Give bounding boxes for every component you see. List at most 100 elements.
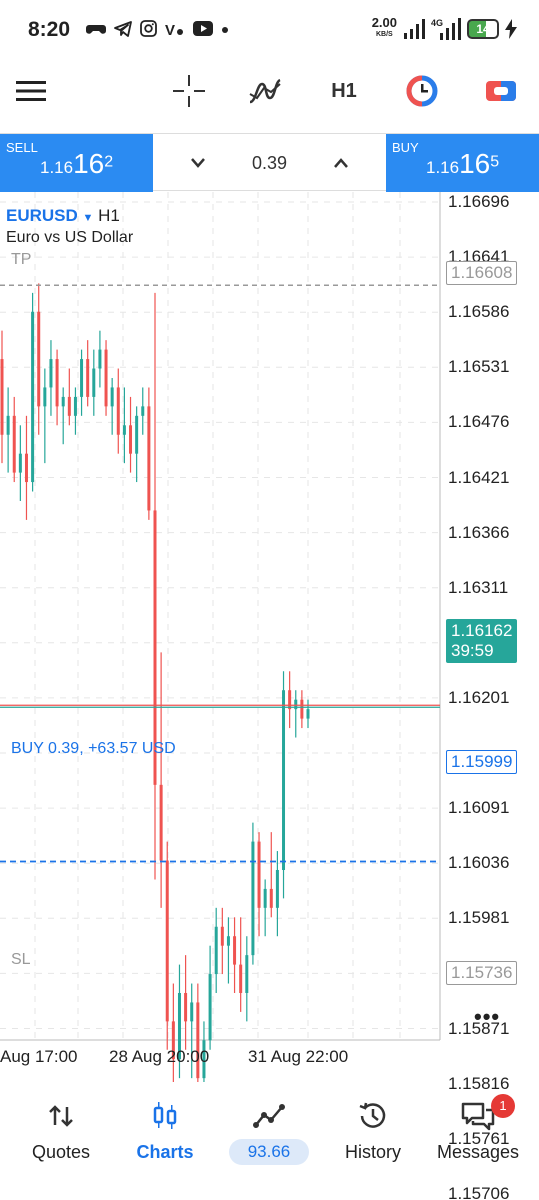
chart-area[interactable]: EURUSD ▼ H1 Euro vs US Dollar 1.16696 1.1…: [0, 192, 539, 1200]
symbol-name[interactable]: EURUSD: [6, 206, 78, 225]
hamburger-icon: [16, 81, 46, 101]
sell-label: SELL: [6, 140, 38, 155]
price-axis-label: 1.16421: [448, 467, 510, 487]
one-click-trading-icon: [406, 75, 438, 107]
quotes-icon: [7, 1100, 115, 1132]
tp-label: TP: [11, 251, 32, 268]
price-axis-label: 1.16201: [448, 687, 510, 707]
candle-body: [233, 936, 237, 965]
current-price-tag: 1.16162 39:59: [446, 619, 518, 663]
net-speed: 2.00 KB/S: [371, 15, 397, 41]
buy-price: 1.16165: [426, 148, 499, 180]
buy-price-prefix: 1.16: [426, 158, 460, 177]
position-price-tag[interactable]: 1.15999: [446, 750, 518, 774]
signal-icon: [404, 19, 425, 39]
timeframe-button[interactable]: H1: [322, 60, 366, 122]
messages-icon: [424, 1100, 532, 1132]
candle-body: [269, 888, 273, 908]
sell-price-sup: 2: [104, 153, 114, 171]
candle-body: [73, 396, 77, 416]
candle-body: [37, 311, 41, 407]
candle-body: [104, 349, 108, 407]
gamepad-icon: [86, 21, 106, 43]
new-order-button[interactable]: [480, 60, 522, 122]
vpn-icon: V: [165, 21, 185, 43]
menu-button[interactable]: [10, 60, 52, 122]
sell-button[interactable]: SELL 1.16162: [0, 134, 153, 192]
candle-body: [86, 359, 90, 397]
crosshair-icon: [173, 75, 205, 107]
nav-quotes[interactable]: Quotes: [7, 1092, 115, 1172]
dot-icon: [221, 21, 229, 43]
nav-quotes-label: Quotes: [31, 1142, 91, 1162]
candle-body: [116, 387, 120, 435]
price-axis-label: 1.16311: [448, 577, 509, 597]
new-order-icon: [486, 81, 516, 101]
candle-body: [61, 396, 65, 407]
bar-countdown: 39:59: [451, 641, 494, 660]
candle-body: [251, 841, 255, 956]
candle-body: [257, 841, 261, 908]
sl-price-tag[interactable]: 1.15736: [446, 961, 518, 985]
trade-pnl-badge: 93.66: [229, 1139, 309, 1165]
indicators-button[interactable]: [244, 60, 286, 122]
candle-body: [31, 311, 35, 483]
symbol-row[interactable]: EURUSD ▼ H1: [6, 206, 120, 226]
current-price: 1.16162: [451, 621, 513, 640]
candle-body: [12, 415, 16, 473]
position-label[interactable]: BUY 0.39, +63.57 USD: [11, 740, 176, 758]
nav-history[interactable]: History: [319, 1092, 427, 1172]
candle-body: [184, 992, 188, 1022]
nav-history-label: History: [344, 1142, 401, 1162]
candle-body: [214, 926, 218, 975]
candle-body: [141, 406, 145, 416]
time-label-3: 31 Aug 22:00: [248, 1047, 349, 1066]
candle-body: [239, 964, 243, 993]
trade-history-button[interactable]: [401, 60, 443, 122]
candle-body: [6, 415, 10, 435]
symbol-description: Euro vs US Dollar: [6, 229, 134, 246]
candle-body: [49, 359, 53, 388]
price-axis-label: 1.16476: [448, 412, 510, 432]
tp-price-tag[interactable]: 1.16608: [446, 261, 518, 285]
candle-body: [43, 387, 47, 407]
volume-control: 0.39: [153, 134, 386, 192]
price-axis-label: 1.16366: [448, 522, 510, 542]
bottom-nav: Quotes Charts 93.66 History 1 Messages: [0, 1092, 539, 1200]
candle-body: [208, 974, 212, 1041]
symbol-dropdown-icon[interactable]: ▼: [83, 212, 94, 224]
status-right: 2.00 KB/S 4G 14: [371, 15, 517, 41]
candle-body: [275, 869, 279, 908]
candle-body: [122, 425, 126, 435]
candle-body: [159, 784, 163, 861]
net-speed-value: 2.00: [371, 15, 397, 30]
price-axis-label: 1.16091: [448, 798, 510, 818]
time-label-1: Aug 17:00: [0, 1047, 78, 1066]
candle-body: [147, 406, 151, 511]
nav-charts[interactable]: Charts: [111, 1092, 219, 1172]
candle-body: [226, 936, 230, 946]
charging-icon: [505, 19, 517, 39]
charts-icon: [111, 1100, 219, 1132]
candle-body: [165, 860, 169, 1022]
more-options-button[interactable]: •••: [474, 1004, 500, 1030]
buy-button[interactable]: BUY 1.16165: [386, 134, 539, 192]
nav-trade[interactable]: 93.66: [215, 1092, 323, 1172]
candle-body: [0, 359, 4, 435]
price-axis-label: 1.16586: [448, 302, 510, 322]
notification-icons: V: [86, 20, 229, 43]
indicators-icon: [249, 78, 281, 104]
nav-messages[interactable]: 1 Messages: [424, 1092, 532, 1172]
history-icon: [319, 1100, 427, 1132]
crosshair-button[interactable]: [168, 60, 210, 122]
candle-body: [300, 699, 304, 719]
candle-body: [67, 396, 71, 416]
timeframe-label: H1: [331, 79, 357, 102]
nav-messages-label: Messages: [436, 1142, 520, 1162]
candle-body: [190, 1002, 194, 1022]
price-axis-label: 1.16531: [448, 357, 510, 377]
battery-icon: 14: [467, 19, 499, 39]
volume-up-button[interactable]: [326, 148, 356, 178]
candle-body: [288, 690, 292, 710]
instagram-icon: [140, 20, 157, 43]
